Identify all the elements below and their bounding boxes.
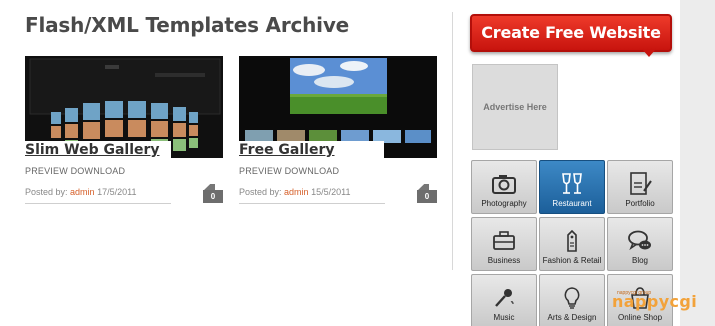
post-meta: Posted by: admin 17/5/2011 0	[25, 184, 223, 207]
posted-by-label: Posted by:	[25, 187, 68, 197]
category-label: Restaurant	[552, 199, 592, 208]
author-link[interactable]: admin	[70, 187, 95, 197]
speech-bubbles-icon	[628, 230, 651, 251]
category-label: Photography	[481, 199, 527, 208]
camera-icon	[492, 175, 516, 194]
microphone-icon	[495, 289, 514, 307]
price-tag-icon	[567, 229, 577, 252]
page-title: Flash/XML Templates Archive	[25, 13, 350, 37]
category-label: Business	[487, 256, 521, 265]
comment-count: 0	[417, 190, 437, 203]
wine-glasses-icon	[562, 173, 582, 194]
post-preview-download-links[interactable]: PREVIEW DOWNLOAD	[239, 166, 437, 176]
category-label: Fashion & Retail	[542, 256, 602, 265]
post-card: Free Gallery PREVIEW DOWNLOAD Posted by:…	[239, 56, 437, 207]
lightbulb-icon	[564, 287, 580, 309]
post-card: Slim Web Gallery PREVIEW DOWNLOAD Posted…	[25, 56, 223, 207]
post-thumbnail[interactable]: Slim Web Gallery	[25, 56, 223, 158]
post-title-link[interactable]: Free Gallery	[239, 141, 384, 158]
post-preview-download-links[interactable]: PREVIEW DOWNLOAD	[25, 166, 223, 176]
posted-by-label: Posted by:	[239, 187, 282, 197]
category-music[interactable]: Music	[471, 274, 537, 326]
category-label: Arts & Design	[547, 313, 597, 322]
sidebar-gutter	[680, 0, 715, 326]
category-restaurant[interactable]: Restaurant	[539, 160, 605, 214]
cta-pointer	[642, 49, 656, 57]
content-sidebar-divider	[452, 12, 453, 270]
post-thumbnail[interactable]: Free Gallery	[239, 56, 437, 158]
category-label: Music	[493, 313, 515, 322]
category-arts-design[interactable]: Arts & Design	[539, 274, 605, 326]
create-free-website-button[interactable]: Create Free Website	[470, 14, 672, 52]
category-blog[interactable]: Blog	[607, 217, 673, 271]
advertise-here-box[interactable]: Advertise Here	[472, 64, 558, 150]
cv-document-icon	[630, 172, 652, 195]
category-business[interactable]: Business	[471, 217, 537, 271]
category-label: Blog	[631, 256, 648, 265]
comment-count-badge[interactable]: 0	[417, 184, 437, 203]
watermark-logo: nappycgi	[612, 292, 698, 311]
comment-count-badge[interactable]: 0	[203, 184, 223, 203]
category-photography[interactable]: Photography	[471, 160, 537, 214]
briefcase-icon	[493, 231, 515, 250]
post-meta: Posted by: admin 15/5/2011 0	[239, 184, 437, 207]
post-date: 17/5/2011	[97, 187, 137, 197]
meta-divider	[239, 203, 385, 204]
category-label: Portfolio	[625, 199, 655, 208]
category-label: Online Shop	[617, 313, 663, 322]
comment-count: 0	[203, 190, 223, 203]
category-fashion-retail[interactable]: Fashion & Retail	[539, 217, 605, 271]
post-title-link[interactable]: Slim Web Gallery	[25, 141, 171, 158]
meta-divider	[25, 203, 171, 204]
post-date: 15/5/2011	[311, 187, 351, 197]
category-portfolio[interactable]: Portfolio	[607, 160, 673, 214]
author-link[interactable]: admin	[284, 187, 309, 197]
